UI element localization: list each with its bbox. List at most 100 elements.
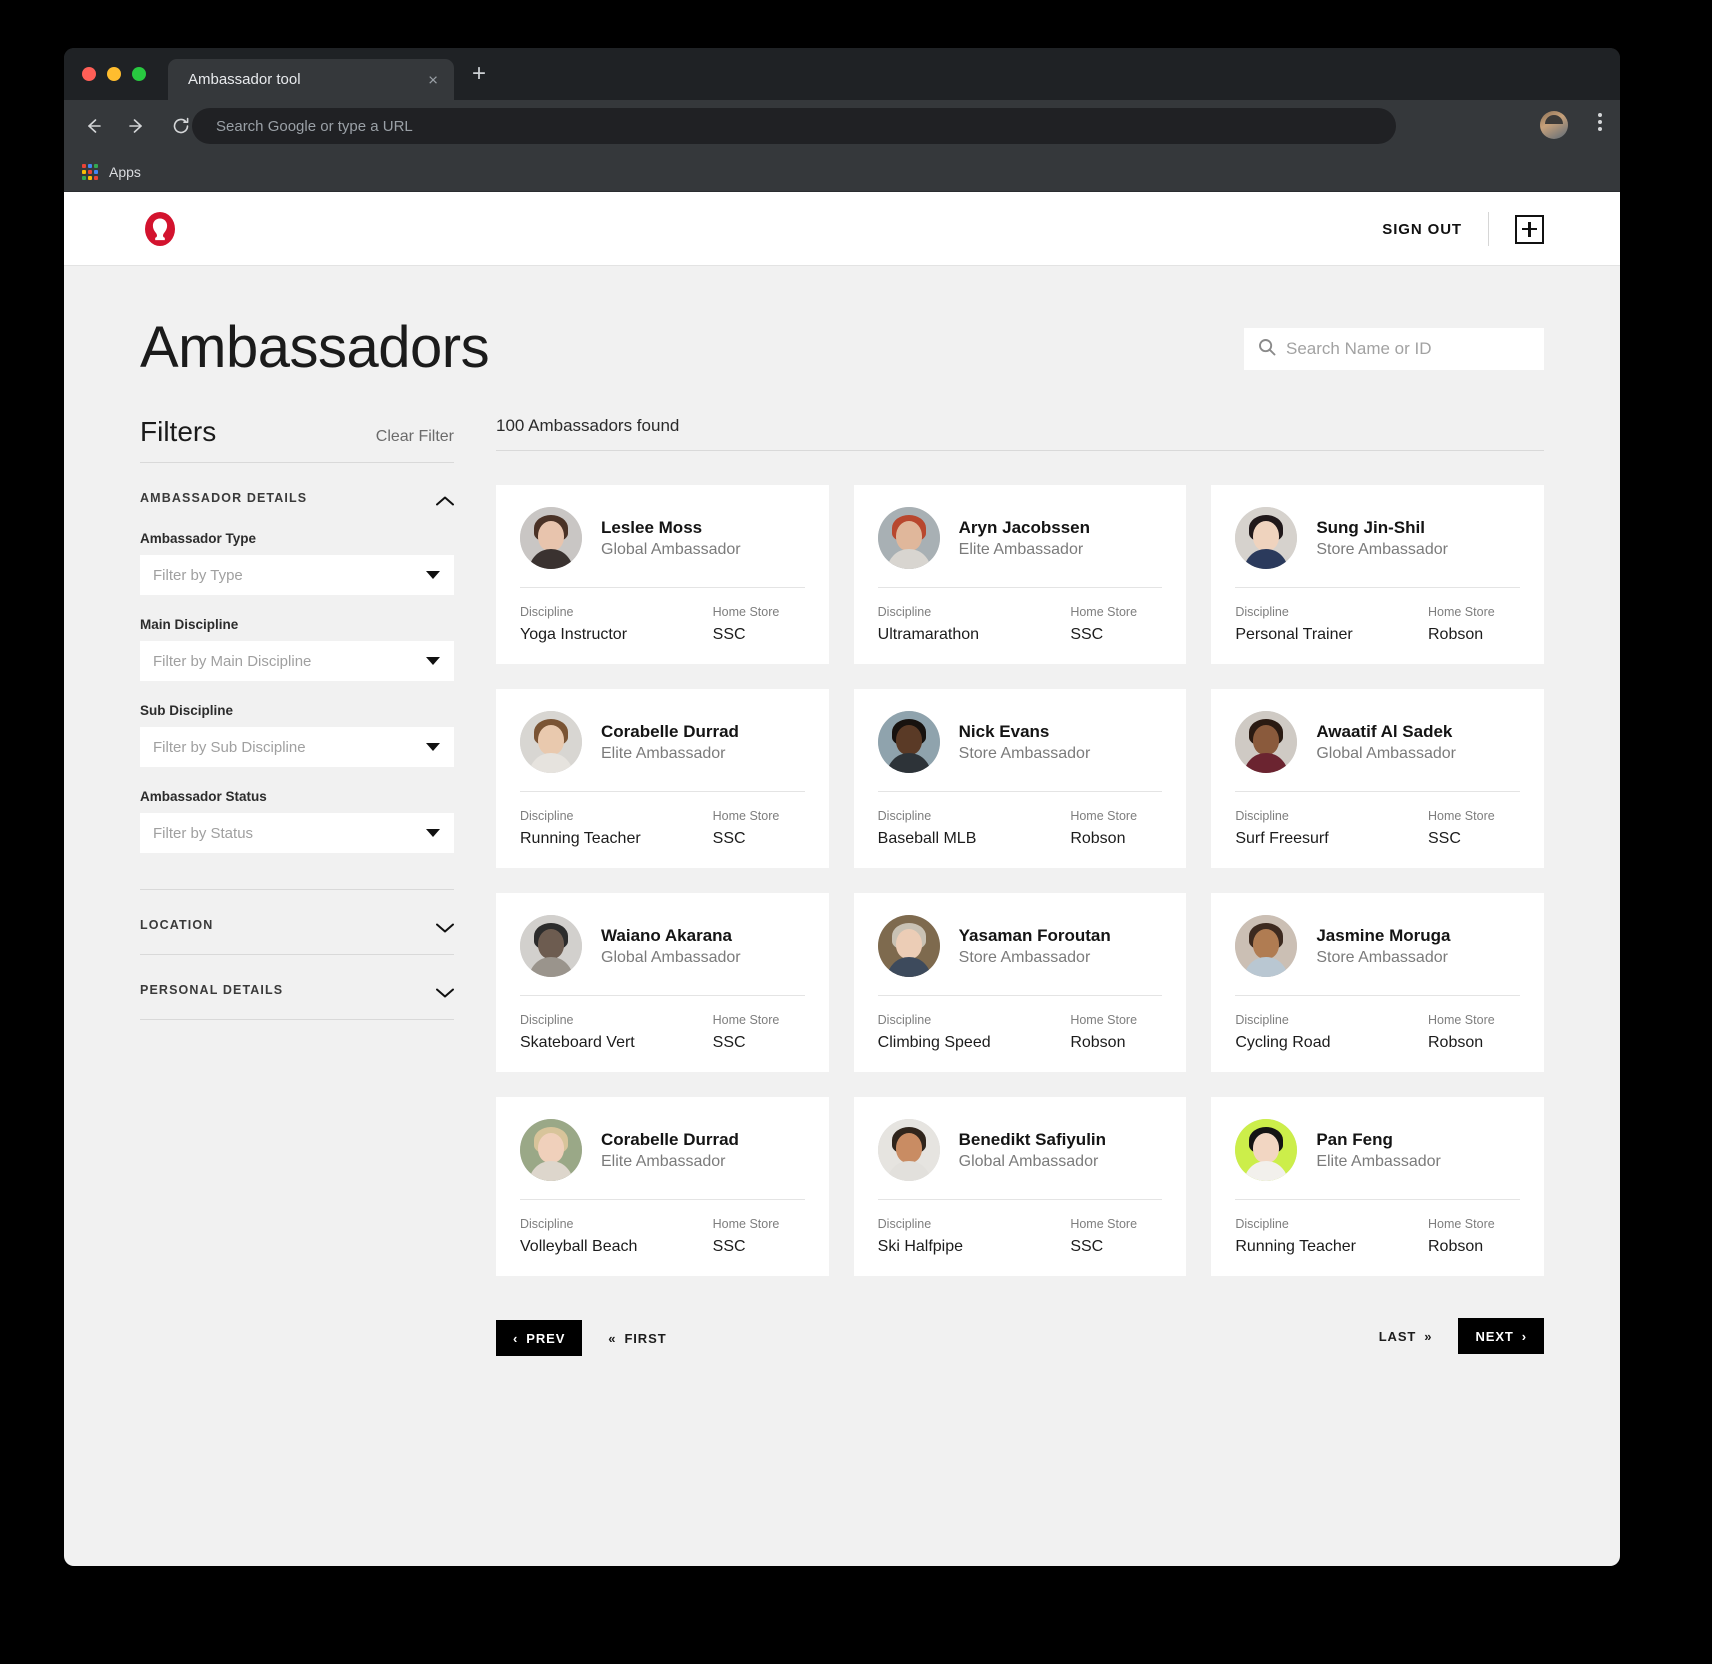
filter-section-title: PERSONAL DETAILS [140,983,284,997]
home-store-column: Home Store SSC [713,605,805,644]
chevron-down-icon[interactable] [426,829,440,837]
page-content: Filters Clear Filter AMBASSADOR DETAILS [140,416,1544,1358]
card-meta: Discipline Running Teacher Home Store SSC [520,809,805,848]
ambassador-name: Corabelle Durrad [601,1129,739,1149]
chevron-down-icon[interactable] [436,985,454,998]
apps-bookmark-label[interactable]: Apps [109,164,141,180]
address-bar[interactable]: Search Google or type a URL [192,108,1396,144]
filter-section-header[interactable]: AMBASSADOR DETAILS [140,491,454,509]
ambassador-card[interactable]: Awaatif Al Sadek Global Ambassador Discipl… [1211,689,1544,868]
card-header: Sung Jin-Shil Store Ambassador [1235,507,1520,569]
browser-menu-icon[interactable] [1598,113,1602,131]
card-header: Pan Feng Elite Ambassador [1235,1119,1520,1181]
home-store-value: Robson [1070,1034,1126,1051]
discipline-label: Discipline [1235,1217,1289,1231]
sign-out-button[interactable]: SIGN OUT [1382,221,1462,238]
last-page-button[interactable]: LAST » [1379,1329,1433,1344]
maximize-window-button[interactable] [132,67,146,81]
ambassador-name: Jasmine Moruga [1316,925,1451,945]
lululemon-logo-icon[interactable] [140,209,180,249]
select-placeholder: Filter by Sub Discipline [153,738,306,756]
card-identity: Pan Feng Elite Ambassador [1316,1129,1441,1171]
ambassador-card[interactable]: Benedikt Safiyulin Global Ambassador Disci… [853,1097,1187,1276]
card-meta: Discipline Skateboard Vert Home Store SSC [520,1013,805,1052]
ambassador-type: Store Ambassador [1316,541,1448,559]
chevron-down-icon[interactable] [426,657,440,665]
next-page-button[interactable]: NEXT › [1458,1318,1544,1354]
ambassador-card[interactable]: Pan Feng Elite Ambassador Discipline Runnin… [1211,1097,1544,1276]
close-window-button[interactable] [82,67,96,81]
close-tab-icon[interactable]: × [428,71,438,88]
card-meta: Discipline Yoga Instructor Home Store SSC [520,605,805,644]
ambassador-card[interactable]: Corabelle Durrad Elite Ambassador Discipli… [496,1097,829,1276]
card-identity: Nick Evans Store Ambassador [959,721,1091,763]
filter-section-personal-details[interactable]: PERSONAL DETAILS [140,955,454,1020]
discipline-label: Discipline [520,605,574,619]
forward-icon[interactable] [122,111,152,141]
card-header: Benedikt Safiyulin Global Ambassador [877,1119,1163,1181]
header-actions: SIGN OUT [1382,192,1544,266]
chevron-up-icon[interactable] [436,493,454,506]
ambassador-card[interactable]: Sung Jin-Shil Store Ambassador Discipline P… [1211,485,1544,664]
ambassador-card[interactable]: Aryn Jacobssen Elite Ambassador Discipline… [853,485,1187,664]
field-label: Main Discipline [140,617,239,632]
ambassador-type-select[interactable]: Filter by Type [140,555,454,595]
avatar [877,507,940,569]
card-identity: Awaatif Al Sadek Global Ambassador [1316,721,1456,763]
home-store-value: SSC [1427,830,1461,847]
ambassador-type: Elite Ambassador [958,541,1084,559]
ambassador-card[interactable]: Jasmine Moruga Store Ambassador Discipline… [1211,893,1544,1072]
prev-page-label: PREV [526,1330,566,1346]
home-store-value: Robson [1070,830,1126,847]
home-store-label: Home Store [1070,1013,1138,1027]
filter-section-location[interactable]: LOCATION [140,890,454,955]
ambassador-card[interactable]: Nick Evans Store Ambassador Discipline Base… [853,689,1187,868]
discipline-column: Discipline Climbing Speed [878,1013,991,1052]
ambassador-card[interactable]: Leslee Moss Global Ambassador Discipline Yo… [496,485,829,664]
prev-page-button[interactable]: ‹ PREV [496,1320,583,1356]
card-divider [520,587,805,588]
browser-tab[interactable]: Ambassador tool × [168,59,454,100]
home-store-value: SSC [712,626,746,643]
filter-field-sub-discipline: Sub Discipline Filter by Sub Discipline [140,703,454,767]
select-placeholder: Filter by Status [153,824,254,842]
card-identity: Leslee Moss Global Ambassador [601,517,741,559]
chevron-double-left-icon: « [608,1330,617,1346]
minimize-window-button[interactable] [107,67,121,81]
ambassador-name: Aryn Jacobssen [958,517,1090,537]
first-page-button[interactable]: « FIRST [608,1331,666,1346]
select-placeholder: Filter by Type [153,566,243,584]
search-box[interactable] [1244,328,1544,370]
discipline-column: Discipline Ultramarathon [878,605,979,644]
results-header: 100 Ambassadors found [496,416,1544,451]
ambassador-card[interactable]: Corabelle Durrad Elite Ambassador Discipli… [496,689,829,868]
sub-discipline-select[interactable]: Filter by Sub Discipline [140,727,454,767]
add-ambassador-icon[interactable] [1515,214,1544,244]
ambassador-type: Store Ambassador [958,745,1091,763]
new-tab-icon[interactable]: + [472,62,486,86]
address-bar-placeholder: Search Google or type a URL [216,117,413,135]
ambassador-card[interactable]: Yasaman Foroutan Store Ambassador Discipli… [853,893,1187,1072]
home-store-column: Home Store SSC [713,1013,805,1052]
home-store-label: Home Store [1427,1013,1495,1027]
profile-avatar[interactable] [1540,111,1568,139]
apps-grid-icon[interactable] [82,163,98,180]
search-input[interactable] [1286,339,1516,359]
card-meta: Discipline Surf Freesurf Home Store SSC [1235,809,1520,848]
chevron-down-icon[interactable] [426,571,440,579]
discipline-label: Discipline [877,605,932,619]
home-store-value: SSC [1070,626,1104,643]
ambassador-card[interactable]: Waiano Akarana Global Ambassador Disciplin… [496,893,829,1072]
ambassador-status-select[interactable]: Filter by Status [140,813,454,853]
back-icon[interactable] [78,111,108,141]
card-identity: Benedikt Safiyulin Global Ambassador [959,1129,1106,1171]
chevron-down-icon[interactable] [436,920,454,933]
card-identity: Waiano Akarana Global Ambassador [601,925,741,967]
chevron-down-icon[interactable] [426,743,440,751]
card-header: Jasmine Moruga Store Ambassador [1235,915,1520,977]
home-store-column: Home Store SSC [1070,605,1162,644]
field-label: Sub Discipline [140,703,234,718]
ambassador-name: Sung Jin-Shil [1316,517,1425,537]
clear-filter-button[interactable]: Clear Filter [376,428,454,446]
main-discipline-select[interactable]: Filter by Main Discipline [140,641,454,681]
